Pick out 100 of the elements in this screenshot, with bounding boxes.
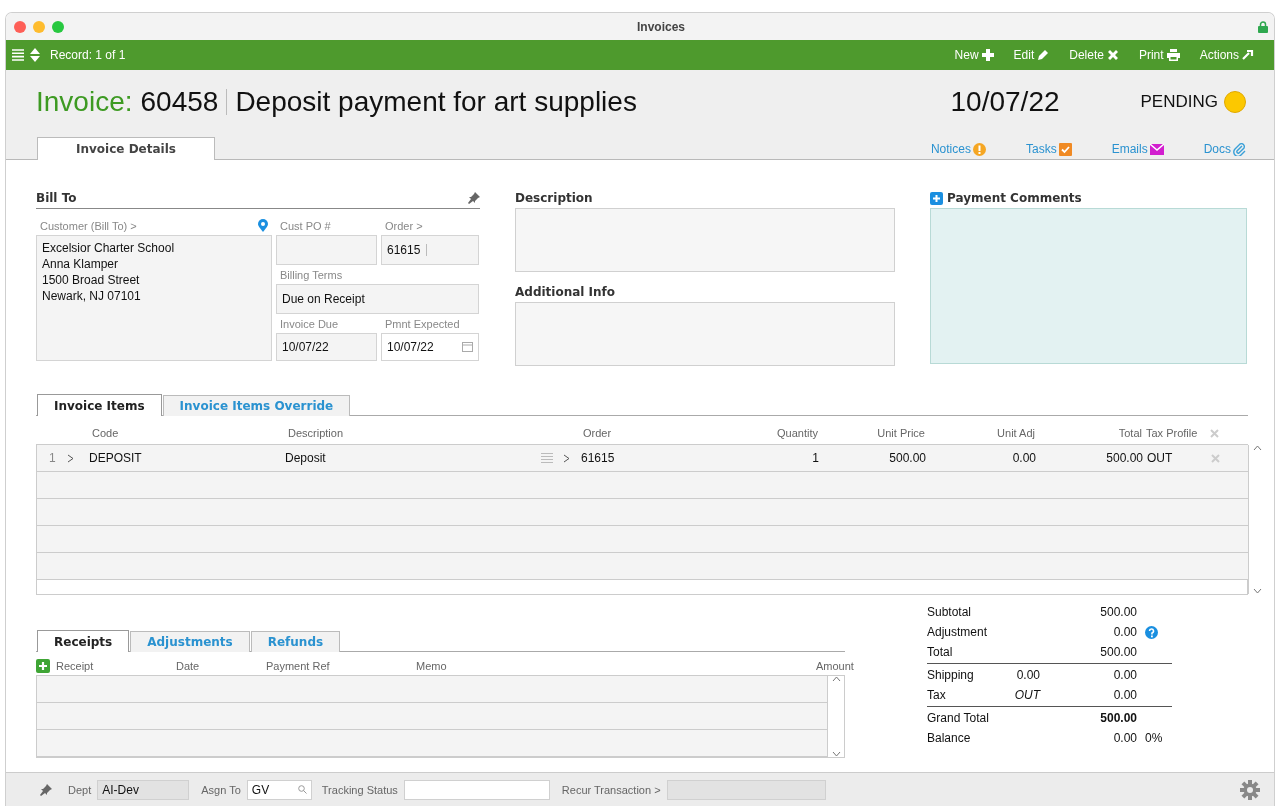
dept-field[interactable]: AI-Dev bbox=[97, 779, 190, 800]
table-cell-text: Deposit bbox=[285, 450, 327, 467]
table-cell-text: 0.00 bbox=[1011, 450, 1036, 467]
toolbar-button[interactable]: New bbox=[954, 48, 994, 62]
section-title: Bill To bbox=[36, 190, 77, 206]
description-field[interactable] bbox=[515, 208, 895, 272]
tab[interactable]: Invoice Details bbox=[37, 137, 215, 160]
envelope-icon bbox=[1149, 143, 1164, 155]
column-header: Total bbox=[1117, 426, 1142, 441]
printer-icon bbox=[1166, 49, 1180, 61]
x-icon[interactable] bbox=[1211, 453, 1220, 463]
toolbar-button[interactable]: Actions bbox=[1199, 48, 1254, 62]
tab[interactable]: Invoice Items Override bbox=[162, 395, 351, 416]
additional-info-field[interactable] bbox=[515, 302, 895, 366]
chevron-right-icon[interactable] bbox=[563, 453, 570, 463]
tab[interactable]: Adjustments bbox=[130, 631, 250, 652]
customer-address-field[interactable]: Excelsior Charter School Anna Klamper 1500 Broad Street Newark, NJ 07101 bbox=[36, 235, 272, 361]
table-cell-text: 500.00 bbox=[888, 450, 926, 467]
total-label: Balance bbox=[927, 731, 972, 745]
invoice-number: 60458 bbox=[140, 85, 219, 118]
total-value: 500.00 bbox=[1099, 605, 1137, 619]
status-label: PENDING bbox=[1140, 91, 1218, 112]
table-cell-text: 1 bbox=[811, 450, 819, 467]
field-label: Asgn To bbox=[201, 783, 241, 796]
date-field[interactable]: 10/07/22 bbox=[381, 333, 479, 361]
total-label: Grand Total bbox=[927, 711, 990, 725]
column-header: Date bbox=[176, 659, 201, 674]
chevron-down-icon bbox=[1252, 588, 1262, 594]
invoice-date: 10/07/22 bbox=[950, 85, 1061, 118]
total-value: 0.00 bbox=[1016, 668, 1040, 682]
exclamation-icon bbox=[972, 142, 986, 156]
header-link[interactable]: Emails bbox=[1111, 142, 1164, 157]
add-icon[interactable] bbox=[930, 191, 943, 205]
lock-icon bbox=[1258, 20, 1268, 33]
header-link[interactable]: Notices bbox=[930, 142, 986, 157]
lines-icon[interactable] bbox=[541, 453, 553, 463]
toolbar-button[interactable]: Print bbox=[1138, 48, 1180, 62]
table-cell-text: 500.00 bbox=[1105, 450, 1143, 467]
status-dot-icon bbox=[1224, 90, 1246, 113]
pin-icon[interactable] bbox=[40, 783, 52, 796]
field-label: Order > bbox=[384, 218, 424, 234]
window-title: Invoices bbox=[636, 19, 686, 34]
field-label: Recur Transaction > bbox=[561, 783, 661, 796]
column-header: Unit Adj bbox=[996, 426, 1035, 441]
settings-icon[interactable] bbox=[1240, 779, 1260, 800]
column-header: Tax Profile bbox=[1145, 426, 1199, 441]
assign-to-field[interactable]: GV bbox=[246, 779, 312, 800]
toolbar-button[interactable]: Delete bbox=[1069, 48, 1119, 62]
tab[interactable]: Refunds bbox=[250, 631, 341, 652]
chevron-right-icon[interactable] bbox=[67, 453, 74, 463]
search-icon bbox=[297, 785, 307, 794]
section-title: Payment Comments bbox=[947, 190, 1082, 206]
chevron-up-icon bbox=[831, 676, 841, 682]
total-label: Tax bbox=[927, 688, 947, 702]
close-button-icon[interactable] bbox=[14, 20, 26, 33]
header-link[interactable]: Tasks bbox=[1025, 142, 1072, 157]
total-value: 0.00 bbox=[1112, 625, 1137, 639]
total-value: 0.00 bbox=[1112, 731, 1137, 745]
arrow-icon bbox=[1242, 49, 1254, 61]
record-type-label: Invoice: bbox=[36, 85, 133, 118]
x-icon bbox=[1210, 428, 1219, 438]
up-down-arrows-icon[interactable] bbox=[30, 48, 40, 62]
menu-icon[interactable] bbox=[12, 49, 24, 61]
paperclip-icon bbox=[1233, 142, 1246, 156]
total-label: Total bbox=[927, 645, 954, 659]
column-header: Amount bbox=[816, 659, 855, 674]
zoom-button-icon[interactable] bbox=[52, 20, 64, 33]
section-title: Additional Info bbox=[515, 284, 616, 300]
add-icon[interactable] bbox=[36, 659, 50, 673]
text-cursor bbox=[426, 244, 428, 256]
tab[interactable]: Receipts bbox=[37, 630, 130, 652]
recur-transaction-field[interactable] bbox=[666, 779, 826, 800]
pin-icon[interactable] bbox=[468, 192, 480, 204]
toolbar-button[interactable]: Edit bbox=[1013, 48, 1050, 62]
chevron-up-icon bbox=[1252, 445, 1262, 451]
header-link[interactable]: Docs bbox=[1203, 142, 1246, 157]
total-label: Subtotal bbox=[927, 605, 973, 619]
invoice-due-field[interactable]: 10/07/22 bbox=[276, 333, 377, 361]
chevron-down-icon bbox=[831, 751, 841, 757]
location-pin-icon[interactable] bbox=[258, 219, 268, 232]
scrollbar[interactable] bbox=[827, 676, 844, 757]
total-value: 0.00 bbox=[1112, 668, 1137, 682]
calendar-icon bbox=[462, 342, 473, 352]
column-header: Payment Ref bbox=[266, 659, 331, 674]
help-icon[interactable] bbox=[1145, 625, 1158, 639]
tab[interactable]: Invoice Items bbox=[37, 394, 162, 416]
cust-po-field[interactable] bbox=[276, 235, 377, 265]
total-value: 500.00 bbox=[1099, 711, 1137, 725]
column-header: Order bbox=[582, 426, 613, 441]
record-counter: Record: 1 of 1 bbox=[50, 48, 126, 62]
checkbox-icon bbox=[1058, 142, 1072, 156]
payment-comments-field[interactable] bbox=[930, 208, 1247, 364]
plus-icon bbox=[981, 49, 994, 61]
tracking-status-field[interactable] bbox=[403, 779, 550, 800]
column-header: Receipt bbox=[56, 659, 95, 674]
line-number: 1 bbox=[48, 450, 57, 467]
billing-terms-field[interactable]: Due on Receipt bbox=[276, 284, 479, 314]
minimize-button-icon[interactable] bbox=[33, 20, 45, 33]
order-field[interactable]: 61615 bbox=[381, 235, 479, 265]
field-label: Dept bbox=[68, 783, 92, 796]
